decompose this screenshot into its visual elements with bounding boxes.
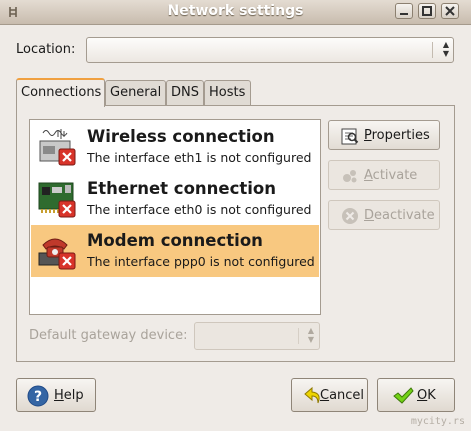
connection-name: Ethernet connection xyxy=(87,179,277,198)
tab-hosts-label: Hosts xyxy=(209,85,246,100)
watermark: mycity.rs xyxy=(410,416,465,427)
modem-phone-icon xyxy=(38,238,76,270)
connection-status: The interface ppp0 is not configured xyxy=(87,254,315,269)
properties-label: Properties xyxy=(364,128,430,143)
tab-connections-label: Connections xyxy=(21,85,102,100)
connection-row-modem[interactable]: Modem connection The interface ppp0 is n… xyxy=(31,225,319,277)
minimize-icon xyxy=(400,13,408,15)
wireless-card-icon xyxy=(39,129,76,166)
title-bar: Network settings xyxy=(0,0,471,25)
deactivate-label: Deactivate xyxy=(364,208,435,223)
combo-separator xyxy=(432,42,433,58)
combo-separator xyxy=(298,328,299,344)
connection-name: Wireless connection xyxy=(87,127,275,146)
maximize-button[interactable] xyxy=(418,3,436,19)
ethernet-card-icon xyxy=(38,182,76,218)
connections-list[interactable]: Wireless connection The interface eth1 i… xyxy=(29,119,321,315)
gateway-combo[interactable]: ▲ ▼ xyxy=(194,322,320,350)
checkmark-icon xyxy=(393,387,414,404)
cancel-label: Cancel xyxy=(320,388,365,403)
help-button[interactable]: ? Help xyxy=(16,378,96,412)
maximize-icon xyxy=(422,6,432,16)
location-combo[interactable]: ▲ ▼ xyxy=(86,37,454,63)
tab-connections[interactable]: Connections xyxy=(16,78,105,107)
deactivate-icon xyxy=(342,208,358,224)
help-label: Help xyxy=(54,388,84,403)
close-icon xyxy=(445,6,455,16)
tab-dns-label: DNS xyxy=(171,85,199,100)
close-button[interactable] xyxy=(441,3,459,19)
svg-text:?: ? xyxy=(34,389,42,405)
location-label: Location: xyxy=(16,42,76,57)
connection-status: The interface eth1 is not configured xyxy=(87,150,312,165)
tab-general-label: General xyxy=(110,85,162,100)
gateway-label: Default gateway device: xyxy=(29,328,188,343)
updown-arrows-icon: ▲ ▼ xyxy=(442,40,449,58)
minimize-button[interactable] xyxy=(395,3,413,19)
updown-arrows-icon: ▲ ▼ xyxy=(307,326,314,344)
activate-label: Activate xyxy=(364,168,418,183)
connection-status: The interface eth0 is not configured xyxy=(87,202,312,217)
tab-hosts[interactable]: Hosts xyxy=(204,80,251,105)
deactivate-button[interactable]: Deactivate xyxy=(328,200,440,230)
help-icon: ? xyxy=(27,385,49,407)
connection-name: Modem connection xyxy=(87,231,263,250)
connection-row-wireless[interactable]: Wireless connection The interface eth1 i… xyxy=(31,121,319,173)
activate-button[interactable]: Activate xyxy=(328,160,440,190)
ok-label: OK xyxy=(417,388,436,403)
tab-general[interactable]: General xyxy=(105,80,166,105)
connection-row-ethernet[interactable]: Ethernet connection The interface eth0 i… xyxy=(31,173,319,225)
cancel-button[interactable]: Cancel xyxy=(291,378,368,412)
activate-icon xyxy=(343,170,357,183)
tab-dns[interactable]: DNS xyxy=(166,80,204,105)
properties-icon xyxy=(341,128,359,145)
properties-button[interactable]: Properties xyxy=(328,120,440,150)
ok-button[interactable]: OK xyxy=(377,378,455,412)
